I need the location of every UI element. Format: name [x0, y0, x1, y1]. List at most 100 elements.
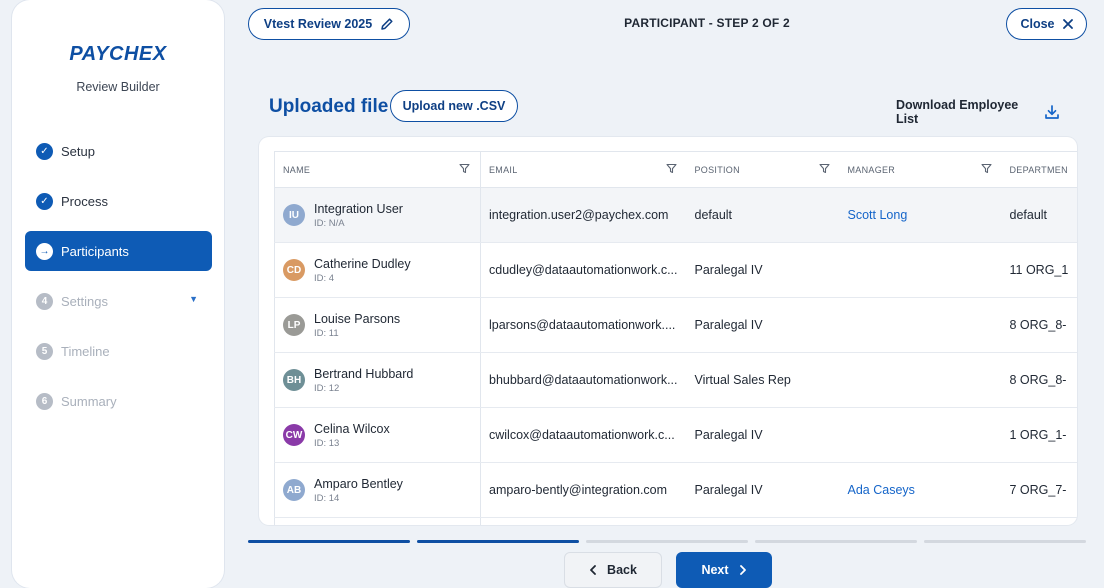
participant: CW Celina Wilcox ID: 13 [283, 422, 480, 449]
column-header-departmen: DEPARTMEN [1001, 151, 1077, 188]
sidebar-item-participants[interactable]: → Participants [25, 231, 212, 271]
column-header-label: DEPARTMEN [1009, 164, 1068, 175]
upload-csv-button[interactable]: Upload new .CSV [390, 90, 518, 122]
email-cell: lparsons@dataautomationwork.... [480, 297, 687, 353]
participant-cell: LP Louise Parsons ID: 11 [274, 297, 481, 353]
filter-icon[interactable] [818, 163, 830, 174]
sidebar-item-settings[interactable]: 4 Settings ▼ [25, 281, 212, 321]
progress-segment [586, 540, 748, 543]
sidebar-item-label: Process [61, 193, 108, 209]
participant: AB Amparo Bentley ID: 14 [283, 477, 480, 504]
table-row[interactable]: BH Bertrand Hubbard ID: 12 bhubbard@dataaut… [274, 352, 1077, 408]
position-cell: Paralegal IV [686, 407, 840, 463]
sidebar-item-summary[interactable]: 6 Summary [25, 381, 212, 421]
chevron-left-icon [589, 565, 597, 575]
participant-info: Amparo Bentley ID: 14 [314, 477, 403, 504]
participant-id: ID: 13 [314, 437, 340, 449]
check-circle-icon: ✓ [36, 142, 53, 160]
participant: CD Catherine Dudley ID: 4 [283, 257, 480, 284]
participant-name: Catherine Dudley [314, 256, 411, 271]
table-row[interactable]: CD Catherine Dudley ID: 4 cdudley@dataautom… [274, 242, 1077, 298]
position-cell: Virtual Sales Rep [686, 352, 840, 408]
app-subtitle: Review Builder [76, 80, 160, 94]
participant-name: Louise Parsons [314, 311, 401, 326]
manager-cell [839, 297, 1002, 353]
table-row[interactable]: CW Celina Wilcox ID: 13 cwilcox@dataautomat… [274, 407, 1077, 463]
next-button[interactable]: Next [676, 552, 772, 588]
department-cell [1001, 517, 1077, 525]
manager-cell [839, 517, 1002, 525]
email-cell: cwilcox@dataautomationwork.c... [480, 407, 687, 463]
review-name-button[interactable]: Vtest Review 2025 [248, 8, 410, 40]
manager-link[interactable]: Scott Long [848, 208, 908, 222]
participant-id: ID: N/A [314, 217, 345, 229]
check-circle-icon: ✓ [36, 192, 53, 210]
table-row[interactable]: LP Louise Parsons ID: 11 lparsons@dataautom… [274, 297, 1077, 353]
department-cell: 1 ORG_1- [1001, 407, 1077, 463]
manager-cell [839, 407, 1002, 463]
step-nav: ✓ Setup ✓ Process → Participants 4 Settings ▼ 5 Ti… [25, 131, 212, 431]
table-header-row: NAME EMAIL POSITION MANAGER DEPARTMEN [274, 151, 1077, 188]
filter-icon[interactable] [980, 163, 992, 174]
participant-id: ID: 11 [314, 327, 339, 339]
paychex-logo: PAYCHEX [69, 43, 167, 65]
caret-down-icon[interactable]: ▼ [189, 294, 198, 304]
manager-cell [839, 242, 1002, 298]
sidebar-item-process[interactable]: ✓ Process [25, 181, 212, 221]
sidebar-item-label: Participants [61, 243, 129, 259]
step-title: PARTICIPANT - STEP 2 OF 2 [624, 16, 790, 30]
avatar: CW [283, 424, 305, 446]
participant-id: ID: 14 [314, 492, 340, 504]
participant-info: Celina Wilcox ID: 13 [314, 422, 390, 449]
sidebar-item-label: Timeline [61, 343, 110, 359]
download-employee-list-link[interactable]: Download Employee List [896, 98, 1060, 126]
sidebar-item-timeline[interactable]: 5 Timeline [25, 331, 212, 371]
manager-link[interactable]: Ada Caseys [848, 483, 915, 497]
progress-segment [755, 540, 917, 543]
avatar: BH [283, 369, 305, 391]
email-cell: integration.user2@paychex.com [480, 187, 687, 243]
position-cell: Paralegal IV [686, 297, 840, 353]
avatar: CD [283, 259, 305, 281]
table-row[interactable]: IU Integration User ID: N/A integration.use… [274, 187, 1077, 243]
participant-id: ID: 4 [314, 272, 335, 284]
back-button[interactable]: Back [564, 552, 662, 588]
step-number-badge: 6 [36, 392, 53, 410]
avatar: AB [283, 479, 305, 501]
column-header-name: NAME [274, 151, 481, 188]
close-icon [1062, 19, 1073, 29]
back-label: Back [607, 563, 637, 577]
filter-icon[interactable] [665, 163, 677, 174]
avatar: IU [283, 204, 305, 226]
department-cell: 7 ORG_7- [1001, 462, 1077, 518]
email-cell: cdudley@dataautomationwork.c... [480, 242, 687, 298]
email-cell: amparo-bently@integration.com [480, 462, 687, 518]
department-cell: 11 ORG_1 [1001, 242, 1077, 298]
filter-icon[interactable] [459, 163, 470, 174]
table-row[interactable] [274, 517, 1077, 525]
participant-cell: BH Bertrand Hubbard ID: 12 [274, 352, 481, 408]
next-label: Next [701, 563, 729, 577]
sidebar-item-label: Setup [61, 143, 95, 159]
participants-table-card: NAME EMAIL POSITION MANAGER DEPARTMEN IU Inte… [259, 137, 1077, 525]
section-title: Uploaded file [269, 96, 389, 117]
position-cell [686, 517, 840, 525]
participants-table-scroll[interactable]: NAME EMAIL POSITION MANAGER DEPARTMEN IU Inte… [274, 151, 1077, 525]
sidebar-item-label: Settings [61, 293, 108, 309]
sidebar-item-setup[interactable]: ✓ Setup [25, 131, 212, 171]
progress-segment [924, 540, 1086, 543]
participant-info: Bertrand Hubbard ID: 12 [314, 367, 413, 394]
participant-name: Celina Wilcox [314, 421, 390, 436]
participants-table: NAME EMAIL POSITION MANAGER DEPARTMEN IU Inte… [274, 151, 1077, 525]
participant-cell: CD Catherine Dudley ID: 4 [274, 242, 481, 298]
department-cell: 8 ORG_8- [1001, 297, 1077, 353]
close-button[interactable]: Close [1006, 8, 1087, 40]
sidebar: PAYCHEX Review Builder ✓ Setup ✓ Process → Pa… [12, 0, 224, 588]
participant-cell: IU Integration User ID: N/A [274, 187, 481, 243]
position-cell: Paralegal IV [686, 242, 840, 298]
pencil-icon [380, 17, 394, 31]
table-row[interactable]: AB Amparo Bentley ID: 14 amparo-bently@inte… [274, 462, 1077, 518]
email-cell [480, 517, 687, 525]
column-header-email: EMAIL [480, 151, 687, 188]
download-icon [1044, 104, 1060, 120]
